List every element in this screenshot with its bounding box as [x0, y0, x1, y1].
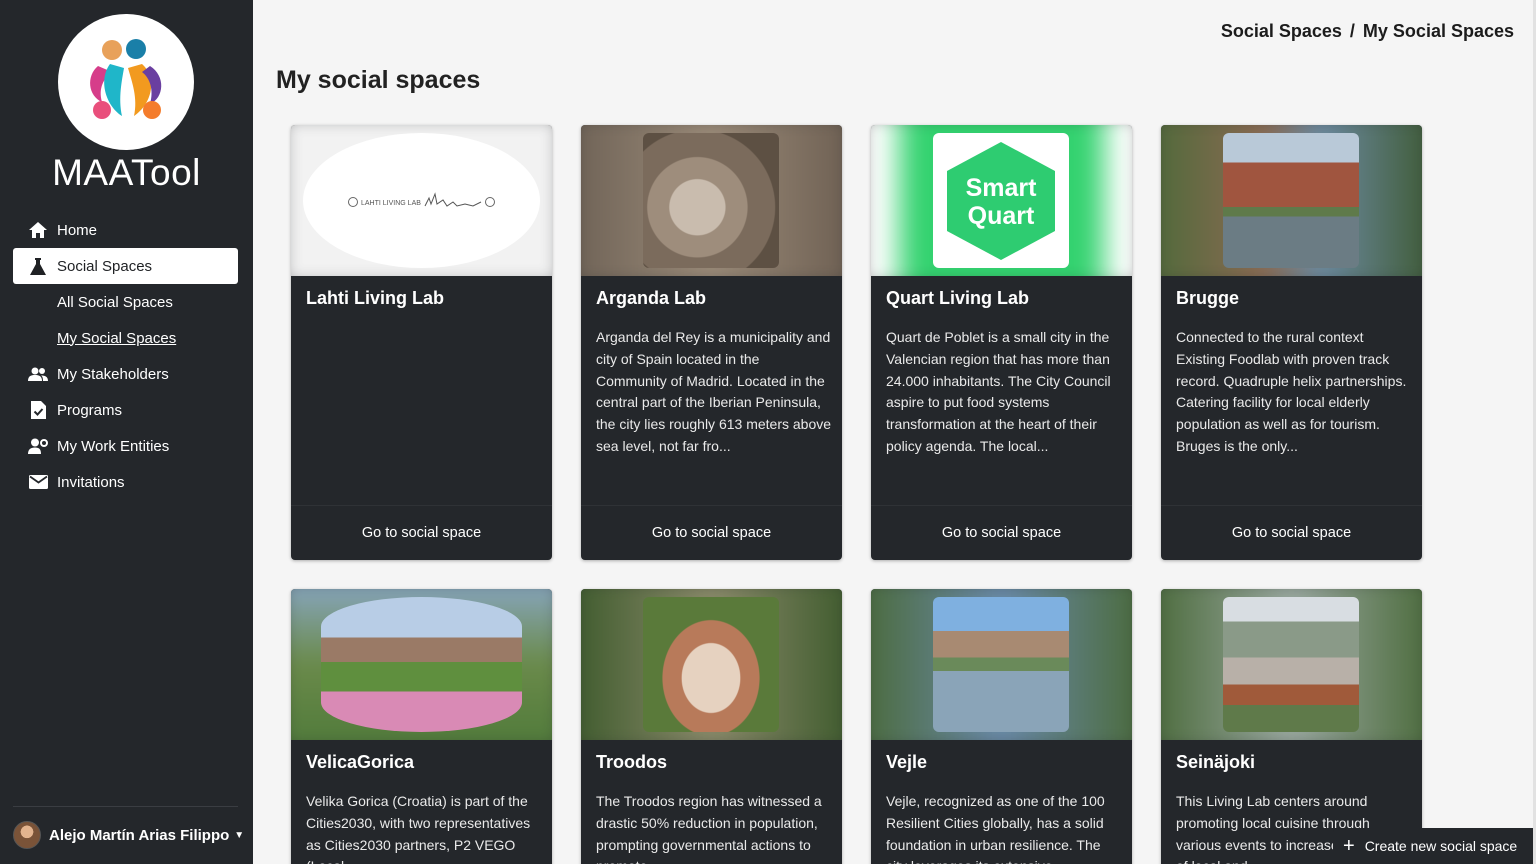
- social-space-card: VelicaGorica Velika Gorica (Croatia) is …: [291, 589, 552, 864]
- social-space-card: Smart Quart Quart Living Lab Quart de Po…: [871, 125, 1132, 560]
- card-description: Velika Gorica (Croatia) is part of the C…: [306, 793, 531, 864]
- sidebar: MAATool Home Social Spaces All Social Sp…: [0, 0, 253, 864]
- breadcrumb-social-spaces[interactable]: Social Spaces: [1221, 21, 1342, 42]
- card-description: Quart de Poblet is a small city in the V…: [886, 329, 1111, 454]
- lahti-logo-icon: LAHTI LIVING LAB: [347, 191, 495, 207]
- card-title: Seinäjoki: [1176, 752, 1256, 772]
- card-description: Vejle, recognized as one of the 100 Resi…: [886, 793, 1105, 864]
- mail-icon: [28, 472, 48, 492]
- social-space-card: Brugge Connected to the rural context Ex…: [1161, 125, 1422, 560]
- card-image: [871, 589, 1132, 740]
- card-image: LAHTI LIVING LAB: [291, 125, 552, 276]
- sidebar-item-my-social-spaces[interactable]: My Social Spaces: [13, 320, 238, 356]
- card-image: [1161, 125, 1422, 276]
- sidebar-item-label: My Social Spaces: [57, 329, 177, 347]
- go-to-social-space-button[interactable]: Go to social space: [581, 505, 842, 560]
- social-space-card: Vejle Vejle, recognized as one of the 10…: [871, 589, 1132, 864]
- avatar: [13, 821, 41, 849]
- app-name: MAATool: [52, 152, 201, 193]
- page-title: My social spaces: [276, 66, 481, 94]
- sidebar-item-label: Home: [57, 221, 98, 239]
- card-title: Arganda Lab: [596, 288, 707, 308]
- sidebar-item-my-stakeholders[interactable]: My Stakeholders: [13, 356, 238, 392]
- plus-icon: +: [1343, 835, 1355, 857]
- card-title: Vejle: [886, 752, 928, 772]
- person-gear-icon: [28, 436, 48, 456]
- document-check-icon: [28, 400, 48, 420]
- card-title: VelicaGorica: [306, 752, 415, 772]
- caret-down-icon: ▼: [234, 829, 245, 841]
- flask-icon: [28, 256, 48, 276]
- sidebar-item-my-work-entities[interactable]: My Work Entities: [13, 428, 238, 464]
- lahti-logo-text: LAHTI LIVING LAB: [361, 200, 421, 207]
- people-logo-icon: [90, 39, 162, 119]
- card-title: Lahti Living Lab: [306, 288, 444, 308]
- card-image: [581, 125, 842, 276]
- go-to-social-space-button[interactable]: Go to social space: [291, 505, 552, 560]
- user-name: Alejo Martín Arias Filippo: [49, 826, 230, 844]
- card-title: Quart Living Lab: [886, 288, 1030, 308]
- card-description: The Troodos region has witnessed a drast…: [596, 793, 822, 864]
- sidebar-nav: Home Social Spaces All Social Spaces My …: [13, 212, 238, 500]
- logo-text-quart: Quart: [968, 202, 1035, 230]
- create-new-social-space-button[interactable]: + Create new social space: [1333, 828, 1536, 864]
- go-to-social-space-button[interactable]: Go to social space: [1161, 505, 1422, 560]
- social-space-card: LAHTI LIVING LAB Lahti Living Lab Go to …: [291, 125, 552, 560]
- user-menu[interactable]: Alejo Martín Arias Filippo ▼: [13, 821, 244, 849]
- card-image: [581, 589, 842, 740]
- sidebar-item-programs[interactable]: Programs: [13, 392, 238, 428]
- app-logo[interactable]: [58, 14, 194, 150]
- card-description: Connected to the rural context Existing …: [1176, 329, 1407, 454]
- sidebar-item-all-social-spaces[interactable]: All Social Spaces: [13, 284, 238, 320]
- sidebar-item-label: My Stakeholders: [57, 365, 169, 383]
- sidebar-item-label: Invitations: [57, 473, 125, 491]
- create-new-social-space-label: Create new social space: [1364, 838, 1518, 854]
- sidebar-item-label: Programs: [57, 401, 123, 419]
- card-description: Arganda del Rey is a municipality and ci…: [596, 329, 832, 454]
- social-space-card: Arganda Lab Arganda del Rey is a municip…: [581, 125, 842, 560]
- logo-text-smart: Smart: [966, 174, 1038, 202]
- sidebar-item-label: My Work Entities: [57, 437, 170, 455]
- breadcrumb-current: My Social Spaces: [1362, 21, 1514, 41]
- people-icon: [28, 364, 48, 384]
- card-image: [291, 589, 552, 740]
- breadcrumb: Social Spaces / My Social Spaces: [1221, 21, 1514, 42]
- card-image: Smart Quart: [871, 125, 1132, 276]
- home-icon: [28, 220, 48, 240]
- card-image: [1161, 589, 1422, 740]
- go-to-social-space-button[interactable]: Go to social space: [871, 505, 1132, 560]
- sidebar-item-label: Social Spaces: [57, 257, 153, 275]
- breadcrumb-separator: /: [1349, 21, 1355, 41]
- social-space-card: Troodos The Troodos region has witnessed…: [581, 589, 842, 864]
- card-title: Troodos: [596, 752, 667, 772]
- smart-quart-logo-icon: Smart Quart: [947, 141, 1055, 260]
- sidebar-item-home[interactable]: Home: [13, 212, 238, 248]
- sidebar-item-social-spaces[interactable]: Social Spaces: [13, 248, 238, 284]
- social-space-card: Seinäjoki This Living Lab centers around…: [1161, 589, 1422, 864]
- sidebar-item-label: All Social Spaces: [57, 293, 173, 311]
- sidebar-item-invitations[interactable]: Invitations: [13, 464, 238, 500]
- sidebar-divider: [13, 806, 238, 807]
- card-title: Brugge: [1176, 288, 1239, 308]
